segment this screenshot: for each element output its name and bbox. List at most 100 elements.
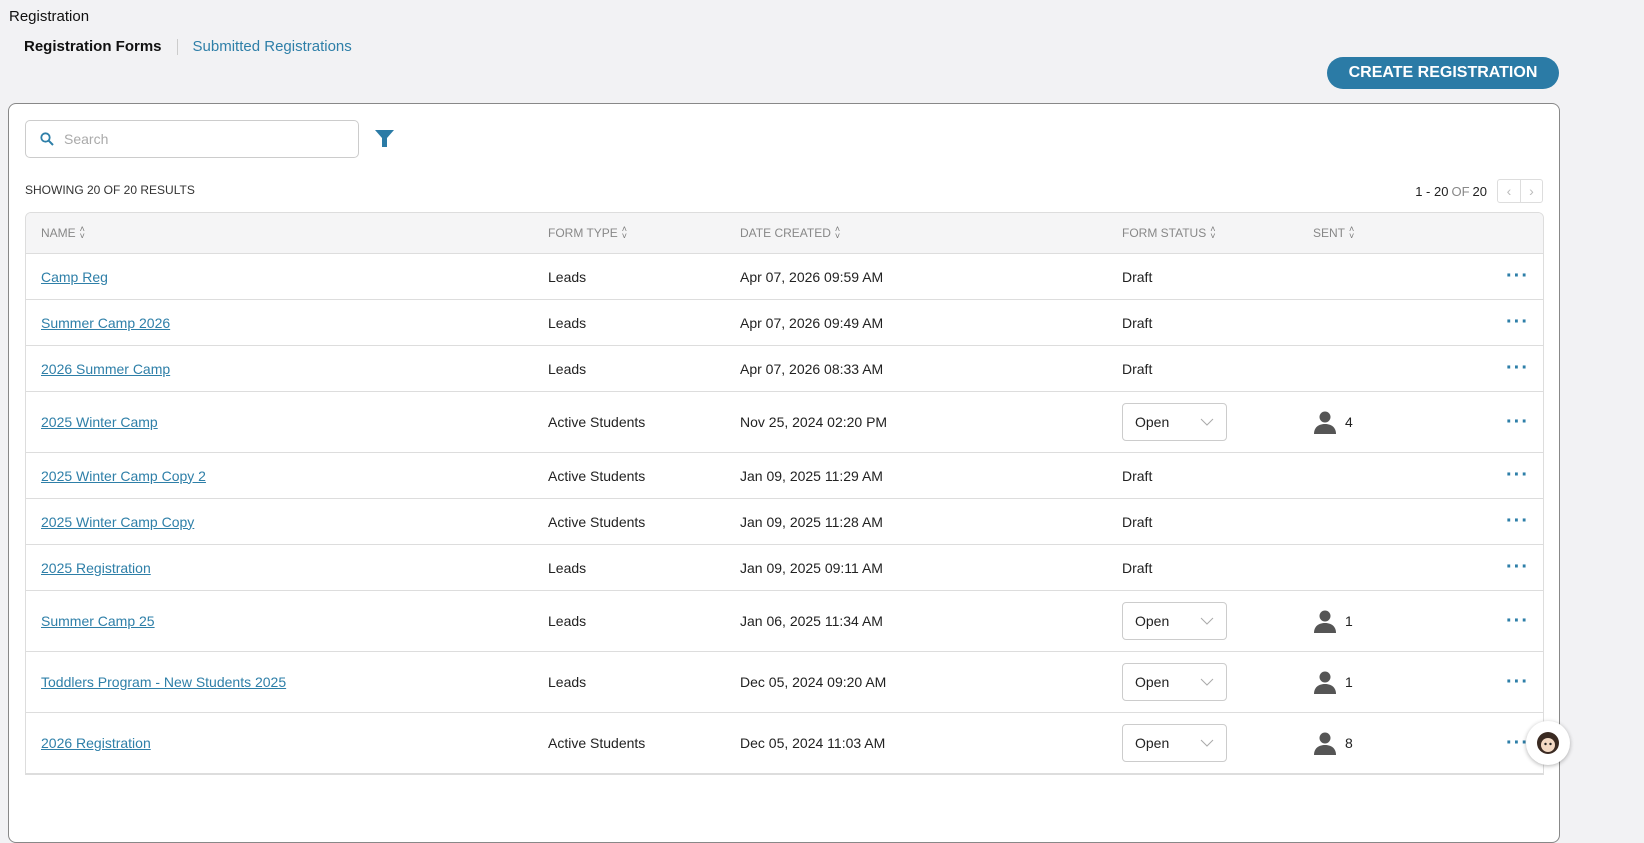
date-created: Dec 05, 2024 11:03 AM	[740, 735, 886, 751]
table-row: 2026 Registration Active Students Dec 05…	[26, 713, 1543, 774]
table-row: 2025 Winter Camp Copy 2 Active Students …	[26, 453, 1543, 499]
form-type: Leads	[548, 613, 587, 629]
create-registration-button[interactable]: CREATE REGISTRATION	[1327, 57, 1559, 89]
table-row: Camp Reg Leads Apr 07, 2026 09:59 AM Draf…	[26, 254, 1543, 300]
more-actions-icon[interactable]: ···	[1506, 556, 1529, 579]
more-actions-icon[interactable]: ···	[1506, 265, 1529, 288]
more-actions-icon[interactable]: ···	[1506, 311, 1529, 334]
sort-icon: ˄ ˅	[1210, 224, 1216, 242]
form-status: Draft	[1122, 268, 1153, 285]
form-name-link[interactable]: Summer Camp 2026	[41, 315, 170, 331]
table-row: 2025 Registration Leads Jan 09, 2025 09:…	[26, 545, 1543, 591]
column-header[interactable]: FORM TYPE ˄ ˅	[548, 224, 628, 242]
next-page-button[interactable]: ›	[1520, 180, 1542, 202]
form-name-link[interactable]: 2025 Registration	[41, 560, 151, 576]
table-row: 2026 Summer Camp Leads Apr 07, 2026 08:3…	[26, 346, 1543, 392]
form-status-select[interactable]: Open	[1122, 403, 1227, 441]
more-actions-icon[interactable]: ···	[1506, 610, 1529, 633]
results-count: SHOWING 20 OF 20 RESULTS	[25, 183, 195, 197]
column-header[interactable]: NAME ˄ ˅	[41, 224, 85, 242]
sent-count: 1	[1313, 670, 1353, 694]
form-name-link[interactable]: 2026 Summer Camp	[41, 361, 170, 377]
sort-icon: ˄ ˅	[621, 224, 628, 242]
form-type: Active Students	[548, 513, 646, 530]
more-actions-icon[interactable]: ···	[1506, 510, 1529, 533]
pagination: 1 - 20 OF 20 ‹ ›	[1415, 179, 1543, 203]
form-type: Active Students	[548, 735, 646, 751]
forms-table: NAME ˄ ˅ FORM TYPE ˄ ˅ DATE CREATED ˄ ˅ FORM STAT…	[25, 212, 1544, 775]
form-name-link[interactable]: Toddlers Program - New Students 2025	[41, 674, 286, 690]
date-created: Jan 06, 2025 11:34 AM	[740, 613, 883, 629]
tab-registration-forms[interactable]: Registration Forms	[24, 38, 162, 55]
form-status-select[interactable]: Open	[1122, 724, 1227, 762]
date-created: Apr 07, 2026 09:49 AM	[740, 314, 884, 331]
person-icon	[1314, 732, 1336, 755]
page-range: 1 - 20	[1415, 183, 1449, 199]
sort-icon: ˄ ˅	[1349, 224, 1355, 242]
more-actions-icon[interactable]: ···	[1506, 357, 1529, 380]
date-created: Apr 07, 2026 08:33 AM	[740, 360, 884, 377]
chevron-down-icon	[1200, 617, 1214, 625]
table-row: 2025 Winter Camp Copy Active Students Ja…	[26, 499, 1543, 545]
form-type: Leads	[548, 360, 587, 377]
search-input[interactable]	[64, 131, 344, 147]
column-header[interactable]: FORM STATUS ˄ ˅	[1122, 224, 1216, 242]
sort-icon: ˄ ˅	[834, 224, 841, 242]
form-name-link[interactable]: 2025 Winter Camp Copy 2	[41, 468, 206, 484]
form-name-link[interactable]: 2026 Registration	[41, 735, 151, 751]
tab-submitted-registrations[interactable]: Submitted Registrations	[193, 38, 352, 55]
more-actions-icon[interactable]: ···	[1506, 671, 1529, 694]
search-box[interactable]	[25, 120, 359, 158]
column-header[interactable]: DATE CREATED ˄ ˅	[740, 224, 841, 242]
sent-count: 1	[1313, 609, 1353, 633]
sent-count: 8	[1313, 731, 1353, 755]
form-status: Draft	[1122, 513, 1153, 530]
table-row: Summer Camp 25 Leads Jan 06, 2025 11:34 …	[26, 591, 1543, 652]
form-type: Active Students	[548, 467, 646, 484]
form-status-select[interactable]: Open	[1122, 602, 1227, 640]
date-created: Dec 05, 2024 09:20 AM	[740, 674, 887, 690]
column-header[interactable]: SENT ˄ ˅	[1313, 224, 1355, 242]
form-status: Draft	[1122, 467, 1153, 484]
tab-divider	[176, 38, 178, 55]
sort-icon: ˄ ˅	[79, 224, 85, 242]
chevron-down-icon	[1200, 739, 1214, 747]
person-icon	[1314, 610, 1336, 633]
form-type: Leads	[548, 674, 587, 690]
more-actions-icon[interactable]: ···	[1506, 411, 1529, 434]
tabs: Registration Forms Submitted Registratio…	[24, 38, 352, 55]
search-icon	[40, 132, 54, 146]
page-of: OF	[1451, 183, 1470, 199]
page-total: 20	[1472, 183, 1487, 199]
chat-avatar-icon	[1537, 732, 1559, 754]
date-created: Nov 25, 2024 02:20 PM	[740, 414, 888, 430]
chat-widget-button[interactable]	[1526, 721, 1570, 765]
table-row: Toddlers Program - New Students 2025 Lea…	[26, 652, 1543, 713]
sent-count: 4	[1313, 410, 1353, 434]
form-type: Leads	[548, 559, 587, 576]
page-title: Registration	[9, 8, 90, 25]
form-name-link[interactable]: Camp Reg	[41, 269, 108, 285]
form-type: Active Students	[548, 414, 646, 430]
form-status-select[interactable]: Open	[1122, 663, 1227, 701]
forms-card: SHOWING 20 OF 20 RESULTS 1 - 20 OF 20 ‹›…	[8, 103, 1560, 843]
date-created: Jan 09, 2025 09:11 AM	[740, 559, 883, 576]
date-created: Jan 09, 2025 11:28 AM	[740, 513, 883, 530]
date-created: Jan 09, 2025 11:29 AM	[740, 467, 883, 484]
filter-icon[interactable]	[375, 129, 394, 148]
form-status: Draft	[1122, 559, 1153, 576]
table-header: NAME ˄ ˅ FORM TYPE ˄ ˅ DATE CREATED ˄ ˅ FORM STAT…	[26, 213, 1543, 254]
form-name-link[interactable]: 2025 Winter Camp	[41, 414, 158, 430]
more-actions-icon[interactable]: ···	[1506, 464, 1529, 487]
form-name-link[interactable]: Summer Camp 25	[41, 613, 155, 629]
table-row: 2025 Winter Camp Active Students Nov 25,…	[26, 392, 1543, 453]
form-status: Draft	[1122, 360, 1153, 377]
person-icon	[1314, 671, 1336, 694]
form-type: Leads	[548, 268, 587, 285]
person-icon	[1314, 411, 1336, 434]
chevron-down-icon	[1200, 418, 1214, 426]
form-status: Draft	[1122, 314, 1153, 331]
form-name-link[interactable]: 2025 Winter Camp Copy	[41, 514, 194, 530]
prev-page-button[interactable]: ‹	[1498, 180, 1520, 202]
form-type: Leads	[548, 314, 587, 331]
